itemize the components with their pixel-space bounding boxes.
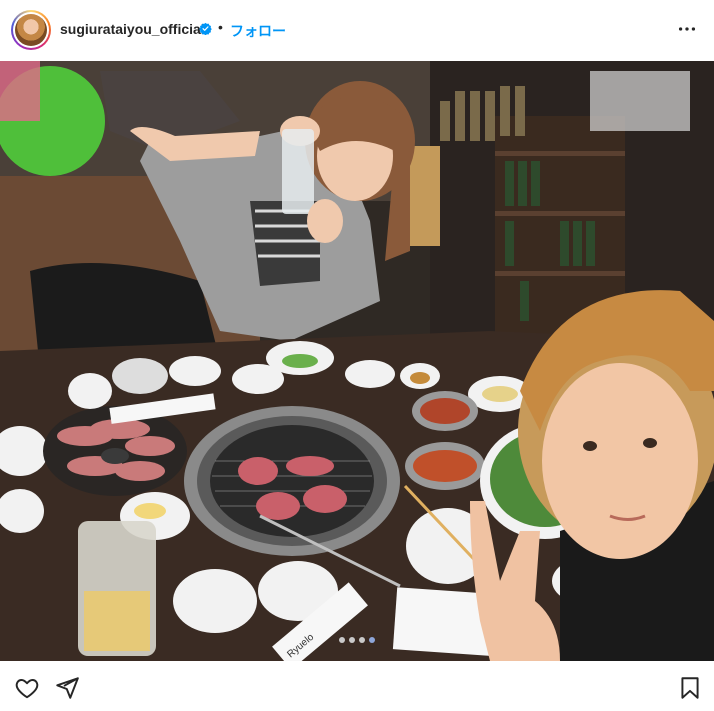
avatar-border [13,12,49,48]
carousel-dot-active [369,637,375,643]
carousel-indicator [339,637,375,643]
profile-avatar[interactable] [11,10,51,50]
carousel-dot [339,637,345,643]
send-icon[interactable] [54,675,80,701]
username-link[interactable]: sugiurataiyou_official [60,21,205,37]
avatar-image [15,14,47,46]
more-options-icon[interactable] [676,18,698,40]
action-bar [0,661,714,711]
post-photo[interactable]: Ryuelo [0,61,714,661]
separator-dot: • [218,19,223,35]
carousel-dot [349,637,355,643]
follow-button[interactable]: フォロー [230,21,286,41]
verified-badge-icon [199,22,212,35]
heart-icon[interactable] [14,675,40,701]
carousel-dot [359,637,365,643]
photo-illustration: Ryuelo [0,61,714,661]
bookmark-icon[interactable] [677,675,703,701]
post-header: sugiurataiyou_official • フォロー [0,0,714,60]
